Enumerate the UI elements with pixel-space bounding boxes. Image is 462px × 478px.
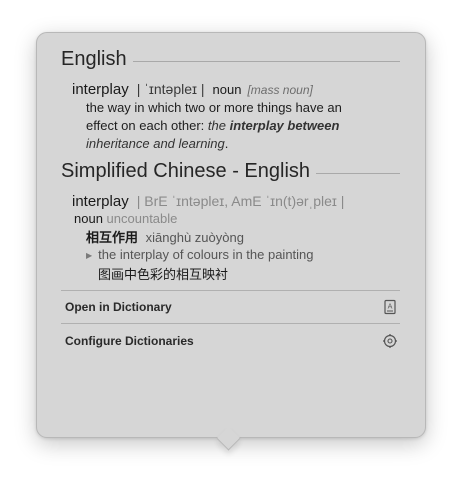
- action-label: Open in Dictionary: [65, 300, 172, 314]
- chinese-section-header: Simplified Chinese - English: [61, 160, 400, 183]
- definition-line-3: inheritance and learning.: [86, 136, 229, 151]
- part-of-speech: noun: [212, 82, 242, 97]
- divider: [61, 290, 400, 291]
- example-chinese: 图画中色彩的相互映衬: [98, 267, 229, 282]
- translation-line: 相互作用 xiānghù zuòyòng: [86, 227, 244, 246]
- open-in-dictionary-button[interactable]: Open in Dictionary A: [61, 295, 400, 319]
- english-entry-headline: interplay | ˈɪntəpleɪ | noun [mass noun]: [72, 81, 313, 99]
- headword: interplay: [72, 193, 129, 210]
- svg-text:A: A: [388, 303, 393, 311]
- divider: [61, 323, 400, 324]
- gear-icon: [383, 334, 397, 348]
- chinese-pos-line: noun uncountable: [74, 211, 177, 226]
- english-section-header: English: [61, 48, 400, 71]
- configure-dictionaries-button[interactable]: Configure Dictionaries: [61, 329, 400, 353]
- triangle-bullet-icon: ▶: [86, 251, 93, 261]
- section-title: Simplified Chinese - English: [61, 160, 311, 182]
- example-english-line: ▶ the interplay of colours in the paintin…: [86, 247, 314, 262]
- english-definition: the way in which two or more things have…: [86, 99, 376, 153]
- grammar-label: [mass noun]: [247, 83, 313, 97]
- example-chinese-line: 图画中色彩的相互映衬: [98, 264, 228, 283]
- definition-line-2: effect on each other: the interplay betw…: [86, 118, 340, 133]
- pronunciation: | BrE ˈɪntəpleɪ, AmE ˈɪn(t)ərˌpleɪ |: [136, 193, 345, 209]
- pronunciation: | ˈɪntəpleɪ |: [136, 81, 205, 97]
- definition-line-1: the way in which two or more things have…: [86, 100, 342, 115]
- example-english: the interplay of colours in the painting: [98, 247, 314, 262]
- dictionary-book-icon: A: [384, 299, 396, 315]
- section-divider: [132, 60, 400, 62]
- headword: interplay: [72, 81, 129, 98]
- pinyin: xiānghù zuòyòng: [145, 230, 244, 245]
- grammar-label: uncountable: [106, 211, 178, 226]
- action-label: Configure Dictionaries: [65, 334, 194, 348]
- section-divider: [316, 172, 400, 174]
- chinese-entry-headline: interplay | BrE ˈɪntəpleɪ, AmE ˈɪn(t)ərˌp…: [72, 193, 344, 211]
- section-title: English: [61, 48, 127, 70]
- translation: 相互作用: [86, 230, 139, 245]
- part-of-speech: noun: [74, 211, 103, 226]
